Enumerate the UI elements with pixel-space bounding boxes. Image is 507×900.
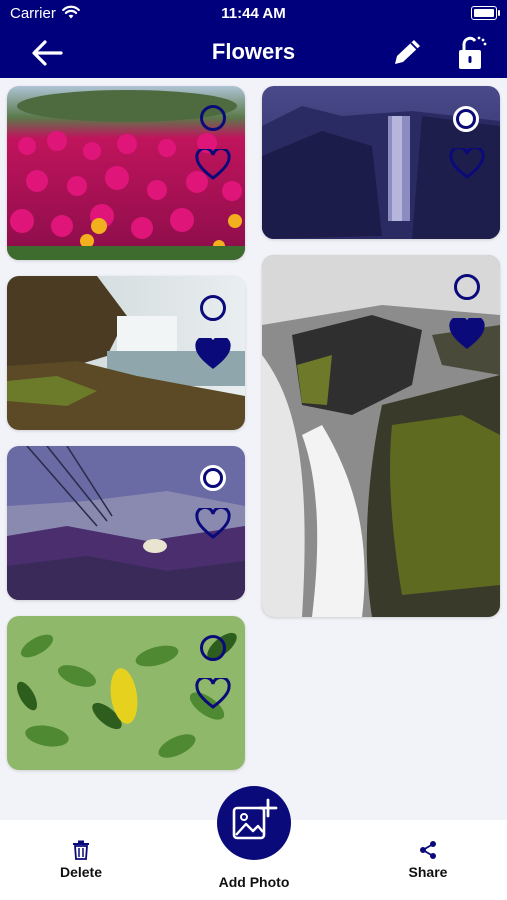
share-button[interactable]: Share — [388, 840, 468, 880]
delete-label: Delete — [59, 864, 103, 880]
photo-tile-mossy-waterfall[interactable] — [262, 255, 500, 617]
status-bar: Carrier 11:44 AM — [0, 0, 507, 28]
select-circle[interactable] — [454, 274, 480, 300]
status-time: 11:44 AM — [221, 5, 286, 22]
select-circle[interactable] — [200, 105, 226, 131]
select-circle-checked[interactable] — [453, 106, 479, 132]
delete-button[interactable]: Delete — [40, 840, 122, 880]
select-circle-checked[interactable] — [200, 465, 226, 491]
photo-grid — [0, 78, 507, 820]
photo-image — [262, 255, 500, 617]
photo-tile-pink-flowers[interactable] — [7, 86, 245, 260]
trash-icon — [73, 840, 89, 860]
unlock-icon[interactable] — [454, 34, 488, 72]
add-photo-icon — [232, 798, 278, 840]
select-circle[interactable] — [200, 635, 226, 661]
photo-tile-waterfall-dusk[interactable] — [262, 86, 500, 239]
favorite-heart-icon-filled[interactable] — [449, 318, 485, 350]
add-photo-label: Add Photo — [218, 874, 290, 890]
page-title: Flowers — [211, 39, 296, 64]
favorite-heart-icon[interactable] — [195, 678, 231, 710]
share-icon — [420, 841, 436, 859]
favorite-heart-icon[interactable] — [195, 508, 231, 540]
photo-tile-coastal-hillside[interactable] — [7, 446, 245, 600]
favorite-heart-icon[interactable] — [195, 149, 231, 181]
edit-pencil-icon[interactable] — [390, 37, 424, 69]
navigation-bar: Flowers — [0, 28, 507, 78]
favorite-heart-icon[interactable] — [449, 148, 485, 180]
add-photo-button[interactable] — [217, 786, 291, 860]
favorite-heart-icon-filled[interactable] — [195, 338, 231, 370]
share-label: Share — [408, 864, 448, 880]
photo-tile-green-leaves[interactable] — [7, 616, 245, 770]
select-circle[interactable] — [200, 295, 226, 321]
photo-tile-waterfall-shore[interactable] — [7, 276, 245, 430]
battery-icon — [471, 6, 500, 20]
